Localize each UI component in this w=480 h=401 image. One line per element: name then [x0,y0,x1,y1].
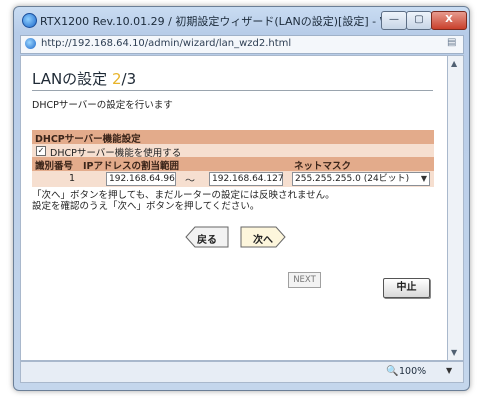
range-separator: 〜 [185,176,195,187]
section-title: DHCPサーバー機能設定 [35,134,141,145]
vertical-scrollbar[interactable]: ▲ ▼ [447,55,464,361]
compatibility-view-icon[interactable]: ▤ [447,37,456,48]
page-icon [25,38,36,49]
minimize-button[interactable]: — [381,11,407,30]
page-subtitle: DHCPサーバーの設定を行います [32,100,173,111]
chevron-down-icon: ▼ [420,174,427,183]
browser-window: RTX1200 Rev.10.01.29 / 初期設定ウィザード(LANの設定)… [13,6,470,391]
col-header-id: 識別番号 [35,161,74,172]
cancel-button[interactable]: 中止 [383,278,430,298]
dhcp-enable-checkbox[interactable]: ✓ [36,146,46,156]
scroll-up-icon[interactable]: ▲ [451,59,457,68]
address-url[interactable]: http://192.168.64.10/admin/wizard/lan_wz… [41,38,291,49]
notice-line-2: 設定を確認のうえ「次へ」ボタンを押してください。 [32,201,260,212]
row-id: 1 [69,173,76,184]
ie-logo-icon [22,13,37,28]
page-title: LANの設定 2/3 [32,70,137,88]
title-divider [32,90,433,91]
netmask-select[interactable]: 255.255.255.0 (24ビット) ▼ [292,172,430,186]
col-header-range: IPアドレスの割当範囲 [83,161,179,172]
step-number: 2 [111,70,122,88]
next-button-label: 次へ [253,235,273,246]
section-header: DHCPサーバー機能設定 [32,130,434,145]
next-button[interactable]: 次へ [240,226,286,248]
col-header-mask: ネットマスク [294,161,352,172]
scroll-down-icon[interactable]: ▼ [451,348,457,357]
notice-text: 「次へ」ボタンを押しても、まだルーターの設定には反映されません。 設定を確認のう… [32,190,335,212]
back-button[interactable]: 戻る [185,226,229,248]
title-bar[interactable]: RTX1200 Rev.10.01.29 / 初期設定ウィザード(LANの設定)… [14,7,469,33]
zoom-level[interactable]: 100% [399,366,426,377]
netmask-value: 255.255.255.0 (24ビット) [295,174,410,184]
zoom-icon[interactable]: 🔍 [386,366,398,377]
back-button-label: 戻る [197,235,217,246]
address-bar[interactable]: http://192.168.64.10/admin/wizard/lan_wz… [20,35,464,54]
table-header: 識別番号 IPアドレスの割当範囲 ネットマスク [32,157,434,172]
page-content: LANの設定 2/3 DHCPサーバーの設定を行います DHCPサーバー機能設定… [20,55,448,361]
table-row: 1 192.168.64.96 〜 192.168.64.127 255.255… [32,171,434,187]
zoom-dropdown-icon[interactable]: ▼ [446,366,452,375]
next-small-button[interactable]: NEXT [288,272,321,288]
range-start-input[interactable]: 192.168.64.96 [106,172,176,186]
status-bar: 🔍 100% ▼ [20,361,464,383]
maximize-button[interactable]: ▢ [406,11,432,30]
close-button[interactable]: X [431,11,467,30]
notice-line-1: 「次へ」ボタンを押しても、まだルーターの設定には反映されません。 [32,190,335,201]
dhcp-enable-row: ✓ DHCPサーバー機能を使用する [32,144,434,159]
range-end-input[interactable]: 192.168.64.127 [209,172,284,186]
